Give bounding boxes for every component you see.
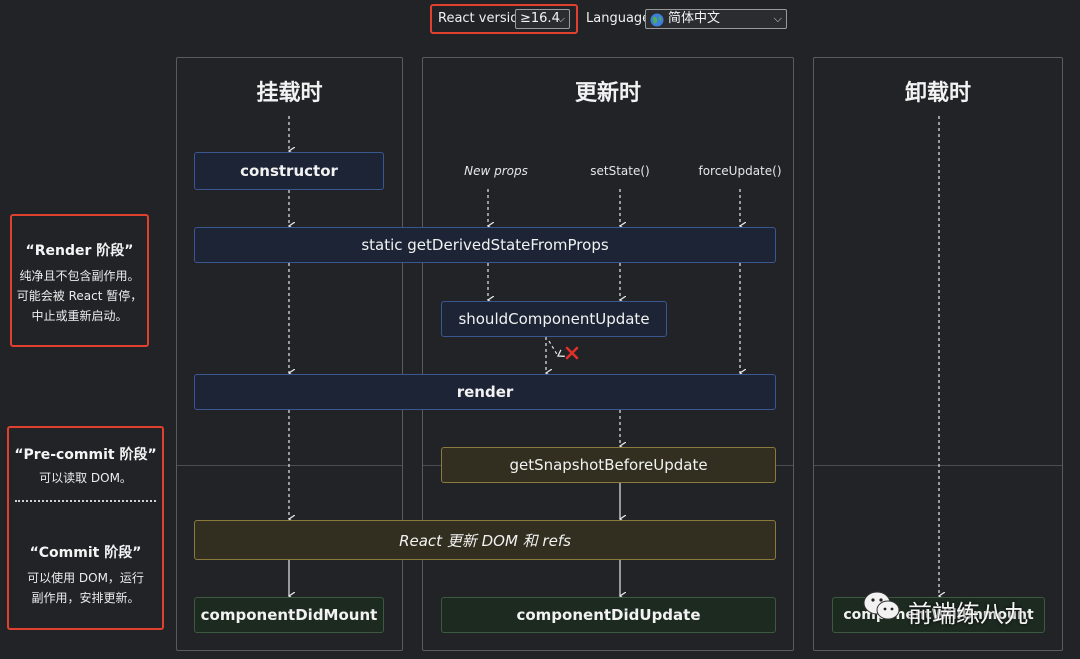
trigger-set-state: setState() — [590, 164, 650, 178]
arrow-should-update-false — [548, 340, 558, 356]
cross-icon — [565, 345, 579, 364]
should-component-update-box: shouldComponentUpdate — [441, 301, 667, 337]
render-box: render — [194, 374, 776, 410]
precommit-phase-title: “Pre-commit 阶段” — [14, 447, 157, 463]
render-phase-box: “Render 阶段” 纯净且不包含副作用。 可能会被 React 暂停， 中止… — [10, 214, 149, 347]
commit-phase-title: “Commit 阶段” — [29, 545, 142, 561]
wechat-icon — [862, 589, 902, 627]
trigger-force-update: forceUpdate() — [698, 164, 782, 178]
react-updates-dom-box: React 更新 DOM 和 refs — [194, 520, 776, 560]
render-phase-description: 纯净且不包含副作用。 可能会被 React 暂停， 中止或重新启动。 — [16, 269, 143, 323]
get-derived-state-box: static getDerivedStateFromProps — [194, 227, 776, 263]
commit-phases-box: “Pre-commit 阶段” 可以读取 DOM。 “Commit 阶段” 可以… — [7, 426, 164, 630]
get-snapshot-box: getSnapshotBeforeUpdate — [441, 447, 776, 483]
component-did-update-box: componentDidUpdate — [441, 597, 776, 633]
component-did-mount-box: componentDidMount — [194, 597, 384, 633]
watermark-text: 前端练八九 — [908, 600, 1028, 628]
phase-separator — [15, 500, 156, 502]
constructor-box: constructor — [194, 152, 384, 190]
commit-phase-description: 可以使用 DOM，运行 副作用，安排更新。 — [27, 571, 144, 605]
render-phase-title: “Render 阶段” — [25, 243, 134, 259]
trigger-new-props: New props — [464, 164, 528, 178]
precommit-phase-description: 可以读取 DOM。 — [39, 471, 132, 485]
